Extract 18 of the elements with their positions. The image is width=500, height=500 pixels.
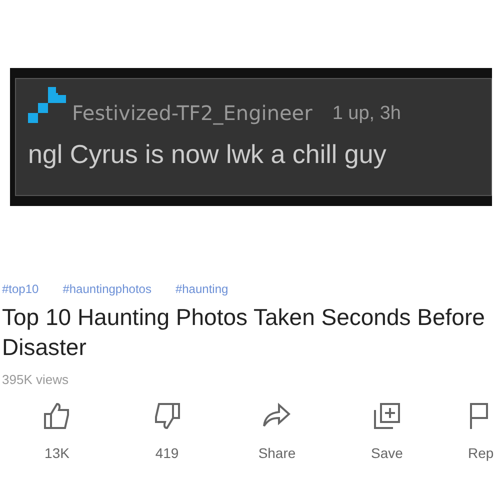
thumbs-up-icon (42, 401, 72, 431)
username[interactable]: Festivized-TF2_Engineer (72, 101, 312, 125)
pixel-icon (28, 87, 68, 125)
add-to-playlist-icon (372, 401, 402, 431)
comment-text: ngl Cyrus is now lwk a chill guy (28, 139, 388, 170)
flag-icon (468, 401, 488, 431)
hashtag-link[interactable]: #hauntingphotos (62, 282, 152, 296)
view-count: 395K views (2, 372, 70, 387)
video-title: Top 10 Haunting Photos Taken Seconds Before Disaster (2, 303, 486, 362)
thumbs-down-icon (152, 401, 182, 431)
report-button[interactable]: Rep (468, 401, 494, 461)
save-button[interactable]: Save (332, 401, 442, 461)
like-button[interactable]: 13K (2, 401, 112, 461)
hashtag-link[interactable]: #haunting (175, 282, 228, 296)
comment-meta: 1 up, 3h (332, 103, 401, 125)
hashtag-link[interactable]: #top10 (2, 282, 39, 296)
share-button[interactable]: Share (222, 401, 332, 461)
dislike-button[interactable]: 419 (112, 401, 222, 461)
